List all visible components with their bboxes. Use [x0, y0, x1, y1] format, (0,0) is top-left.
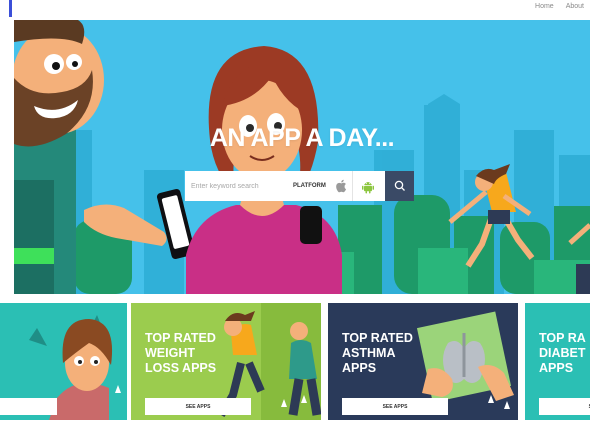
search-input[interactable]	[185, 171, 287, 201]
category-card[interactable]: TOP RA DIABET APPS SE	[525, 303, 590, 420]
see-apps-button[interactable]: SEE APPS	[342, 398, 448, 415]
card-title: TOP RATED WEIGHT LOSS APPS	[145, 331, 217, 375]
see-apps-button[interactable]: SE	[539, 398, 590, 415]
category-card[interactable]: TOP RATED WEIGHT LOSS APPS SEE APPS	[131, 303, 321, 420]
hero-banner: AN APP A DAY... PLATFORM	[14, 20, 590, 294]
android-icon	[361, 181, 374, 193]
see-apps-button[interactable]	[0, 398, 57, 415]
category-card[interactable]	[0, 303, 127, 420]
card-title: TOP RATED ASTHMA APPS	[342, 331, 413, 375]
nav-home[interactable]: Home	[535, 3, 554, 10]
android-platform-button[interactable]	[351, 171, 383, 201]
nav-about[interactable]: About	[566, 3, 584, 10]
hero-illustration	[14, 20, 590, 294]
category-card[interactable]: TOP RATED ASTHMA APPS SEE APPS	[328, 303, 518, 420]
search-button[interactable]	[385, 171, 414, 201]
see-apps-button[interactable]: SEE APPS	[145, 398, 251, 415]
hero-title: AN APP A DAY...	[209, 124, 395, 152]
apple-icon	[336, 179, 346, 193]
category-carousel: TOP RATED WEIGHT LOSS APPS SEE APPS TOP …	[0, 303, 590, 420]
platform-label: PLATFORM	[293, 183, 326, 189]
card-title: TOP RA DIABET APPS	[539, 331, 586, 375]
brand-bar	[9, 0, 12, 17]
apple-platform-button[interactable]	[330, 171, 352, 201]
search-icon	[394, 180, 405, 191]
top-nav: Home About	[535, 3, 584, 10]
search-bar: PLATFORM	[185, 171, 414, 201]
